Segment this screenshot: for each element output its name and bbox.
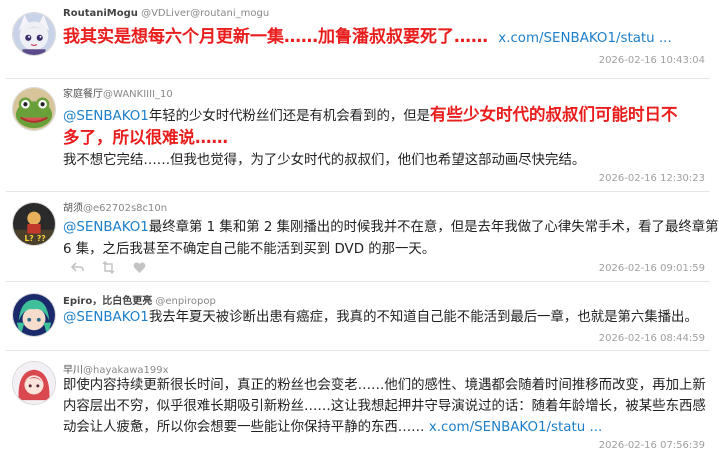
green-frog-avatar-icon xyxy=(13,88,55,130)
anime-girl-avatar-icon xyxy=(13,13,55,55)
author-handle[interactable]: @WANKIIII_10 xyxy=(103,89,173,100)
tweet-link[interactable]: x.com/SENBAKO1/statu ... xyxy=(429,420,602,435)
timestamp[interactable]: 2026-02-16 07:56:39 xyxy=(599,440,705,451)
author-name[interactable]: RoutaniMogu xyxy=(63,8,138,19)
action-bar xyxy=(71,261,146,275)
tweet-body: @SENBAKO1最终章第 1 集和第 2 集刚播出的时候我并不在意，但是去年我… xyxy=(63,216,719,261)
reply-icon[interactable] xyxy=(71,261,84,274)
highlight-text: 我其实是想每六个月更新一集……加鲁潘叔叔要死了…… xyxy=(63,27,488,47)
timestamp[interactable]: 2026-02-16 08:44:59 xyxy=(599,333,705,344)
author-handle[interactable]: @enpiropop xyxy=(155,296,215,307)
tweet-text: 最终章第 1 集和第 2 集刚播出的时候我并不在意，但是去年我做了心律失常手术，… xyxy=(148,220,719,235)
tweet-header: Epiro，比白色更亮 @enpiropop xyxy=(63,292,216,307)
tweet-link[interactable]: x.com/SENBAKO1/statu ... xyxy=(498,31,671,46)
tweet-header: 家庭餐厅@WANKIIII_10 xyxy=(63,85,173,100)
svg-text:L?: L? xyxy=(24,234,33,243)
retweet-icon[interactable] xyxy=(102,261,115,274)
author-name[interactable]: 家庭餐厅 xyxy=(63,89,103,100)
game-character-avatar-icon: L? ?? xyxy=(13,203,55,245)
avatar[interactable]: L? ?? xyxy=(12,202,56,246)
highlight-text: 多了，所以很难说…… xyxy=(63,128,228,147)
author-handle[interactable]: @e62702s8c10n xyxy=(83,203,167,214)
tweet-body: @SENBAKO1年轻的少女时代粉丝们还是有机会看到的，但是有些少女时代的叔叔们… xyxy=(63,103,711,172)
mention-link[interactable]: @SENBAKO1 xyxy=(63,109,149,124)
tweet-text: 动会让人疲惫，所以你会想要一些能让你保持平静的东西…… xyxy=(63,420,425,435)
tweet-body: 即使内容持续更新很长时间，真正的粉丝也会变老……他们的感性、境遇都会随着时间推移… xyxy=(63,375,711,438)
author-name[interactable]: 胡须 xyxy=(63,203,83,214)
tweet-text: 6 集，之后我甚至不确定自己能不能活到买到 DVD 的那一天。 xyxy=(63,242,436,257)
tweet-header: 早川@hayakawa199x xyxy=(63,361,169,376)
mention-link[interactable]: @SENBAKO1 xyxy=(63,310,149,325)
author-name[interactable]: Epiro，比白色更亮 xyxy=(63,296,152,307)
tweet-text: 内容层出不穷，似乎很难长期吸引新粉丝……这让我想起押井守导演说过的话：随着年龄增… xyxy=(63,399,706,414)
timestamp[interactable]: 2026-02-16 10:43:04 xyxy=(599,55,705,66)
avatar[interactable] xyxy=(12,87,56,131)
like-icon[interactable] xyxy=(133,261,146,274)
svg-text:??: ?? xyxy=(37,234,46,243)
highlight-text: 有些少女时代的叔叔们可能时日不 xyxy=(430,105,678,124)
green-hair-anime-avatar-icon xyxy=(13,294,55,336)
tweet-header: RoutaniMogu @VDLiver@routani_mogu xyxy=(63,8,269,19)
tweet-body: @SENBAKO1我去年夏天被诊断出患有癌症，我真的不知道自己能不能活到最后一章… xyxy=(63,307,711,329)
author-handle[interactable]: @VDLiver@routani_mogu xyxy=(141,8,269,19)
tweet-5: 早川@hayakawa199x 即使内容持续更新很长时间，真正的粉丝也会变老……… xyxy=(0,351,719,454)
red-hair-anime-avatar-icon xyxy=(13,362,55,404)
tweet-text: 年轻的少女时代粉丝们还是有机会看到的，但是 xyxy=(148,109,431,124)
avatar[interactable] xyxy=(12,12,56,56)
avatar[interactable] xyxy=(12,361,56,405)
tweet-1: RoutaniMogu @VDLiver@routani_mogu 我其实是想每… xyxy=(0,0,719,79)
avatar[interactable] xyxy=(12,293,56,337)
tweet-3: L? ?? 胡须@e62702s8c10n @SENBAKO1最终章第 1 集和… xyxy=(0,192,719,282)
timestamp[interactable]: 2026-02-16 12:30:23 xyxy=(599,173,705,184)
tweet-text: 即使内容持续更新很长时间，真正的粉丝也会变老……他们的感性、境遇都会随着时间推移… xyxy=(63,378,706,393)
tweet-body: 我其实是想每六个月更新一集……加鲁潘叔叔要死了…… x.com/SENBAKO1… xyxy=(63,28,711,48)
tweet-2: 家庭餐厅@WANKIIII_10 @SENBAKO1年轻的少女时代粉丝们还是有机… xyxy=(0,79,719,192)
tweet-text: 我去年夏天被诊断出患有癌症，我真的不知道自己能不能活到最后一章，也就是第六集播出… xyxy=(148,310,698,325)
tweet-text: 我不想它完结……但我也觉得，为了少女时代的叔叔们，他们也希望这部动画尽快完结。 xyxy=(63,153,586,168)
timestamp[interactable]: 2026-02-16 09:01:59 xyxy=(599,263,705,274)
tweet-header: 胡须@e62702s8c10n xyxy=(63,199,167,214)
tweet-4: Epiro，比白色更亮 @enpiropop @SENBAKO1我去年夏天被诊断… xyxy=(0,282,719,351)
mention-link[interactable]: @SENBAKO1 xyxy=(63,220,149,235)
